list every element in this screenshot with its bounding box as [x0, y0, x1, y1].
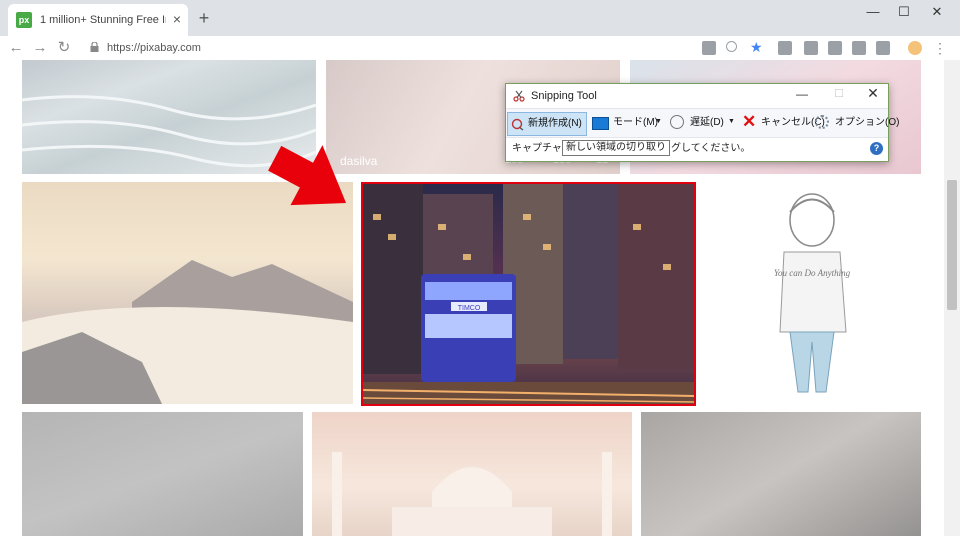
back-button[interactable]: ← — [6, 38, 26, 58]
options-button[interactable]: オプション(O) — [815, 112, 899, 134]
tab-title: 1 million+ Stunning Free Images — [40, 14, 166, 26]
extension-js-icon[interactable] — [778, 41, 792, 55]
new-snip-label: 新規作成(N) — [528, 118, 582, 129]
address-bar[interactable]: https://pixabay.com — [107, 40, 201, 56]
snip-maximize-button[interactable]: ☐ — [829, 87, 849, 103]
extension-help-icon[interactable] — [804, 41, 818, 55]
delay-button[interactable]: 遅延(D) — [670, 112, 726, 134]
snip-minimize-button[interactable]: — — [792, 87, 812, 103]
translate-icon[interactable] — [702, 41, 716, 55]
snip-close-button[interactable]: ✕ — [863, 85, 883, 103]
delay-label: 遅延(D) — [690, 117, 724, 128]
options-gear-icon — [815, 115, 829, 129]
mode-rect-icon — [592, 117, 609, 130]
options-label: オプション(O) — [835, 117, 900, 128]
photo-taj-mahal[interactable] — [312, 412, 632, 536]
shirt-text: You can Do Anything — [774, 268, 851, 278]
snipping-tool-title: Snipping Tool — [531, 90, 597, 102]
cancel-button[interactable]: ✕ キャンセル(C) — [742, 112, 825, 134]
mode-label: モード(M) — [613, 117, 658, 128]
extension-camera-icon[interactable] — [876, 41, 890, 55]
new-snip-icon — [511, 117, 525, 131]
new-tab-button[interactable]: + — [194, 8, 214, 28]
bookmark-star-icon[interactable]: ★ — [750, 39, 763, 55]
cancel-x-icon: ✕ — [742, 112, 757, 131]
tab-close-icon[interactable]: × — [170, 11, 184, 27]
window-minimize-button[interactable]: — — [858, 2, 888, 22]
clock-icon — [670, 115, 684, 129]
red-arrow-icon — [268, 145, 347, 206]
tram-sign-text: TIMCO — [458, 305, 481, 312]
window-close-button[interactable]: ✕ — [922, 2, 952, 22]
delay-dropdown-arrow-icon[interactable]: ▼ — [728, 118, 735, 125]
mode-dropdown-arrow-icon[interactable]: ▼ — [655, 118, 662, 125]
scrollbar-thumb[interactable] — [947, 180, 957, 310]
new-snip-tooltip: 新しい領域の切り取り — [562, 140, 670, 156]
photo-elderly-hands[interactable] — [641, 412, 921, 536]
help-icon[interactable]: ? — [870, 142, 883, 155]
forward-button[interactable]: → — [30, 38, 50, 58]
new-snip-button[interactable]: 新規作成(N) — [507, 112, 587, 136]
scissors-icon — [513, 90, 525, 102]
browser-tab[interactable]: px 1 million+ Stunning Free Images × — [8, 4, 188, 36]
window-maximize-button[interactable]: ☐ — [889, 2, 919, 22]
browser-toolbar: ← → ↻ https://pixabay.com ★ ⋮ — [0, 36, 960, 61]
profile-avatar-icon[interactable] — [908, 41, 922, 55]
extension-window-icon[interactable] — [852, 41, 866, 55]
menu-icon[interactable]: ⋮ — [930, 38, 950, 58]
snipping-toolbar: 新規作成(N) モード(M) ▼ 遅延(D) ▼ ✕ キャンセル(C) オプショ… — [506, 108, 899, 138]
mode-button[interactable]: モード(M) — [592, 112, 658, 134]
pixabay-favicon-icon: px — [16, 12, 32, 28]
zoom-icon[interactable] — [726, 41, 737, 52]
lock-icon — [90, 42, 99, 52]
extension-chart-icon[interactable] — [828, 41, 842, 55]
reload-button[interactable]: ↻ — [54, 38, 74, 58]
photo-girl-illustration[interactable]: You can Do Anything — [700, 182, 921, 404]
photo-hong-kong-tram[interactable]: TIMCO — [361, 182, 696, 406]
browser-titlebar: px 1 million+ Stunning Free Images × + —… — [0, 0, 960, 36]
photo-dog[interactable] — [22, 412, 303, 536]
